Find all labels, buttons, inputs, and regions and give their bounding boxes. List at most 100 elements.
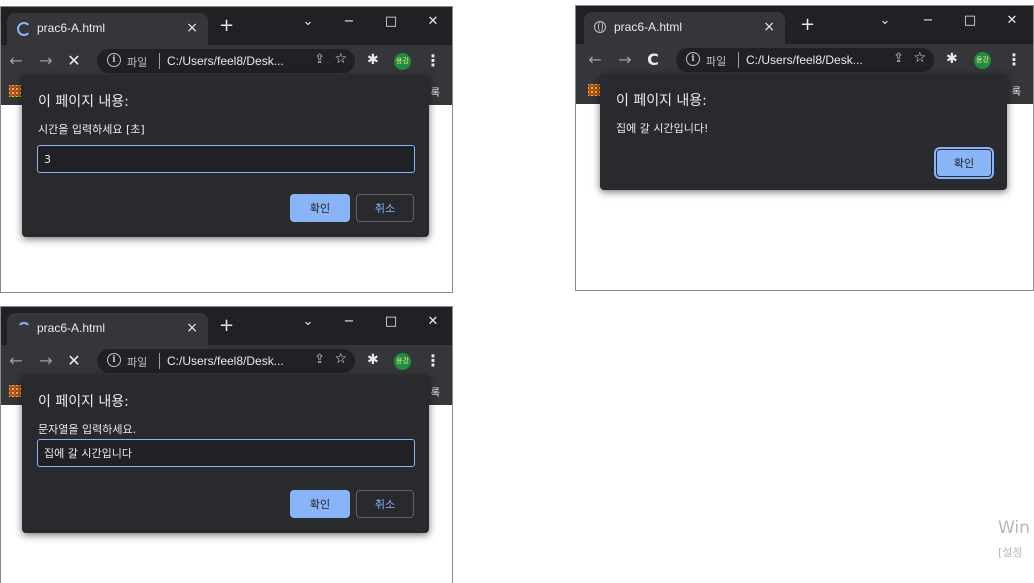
share-icon[interactable]: ⇪ xyxy=(314,52,325,67)
globe-icon xyxy=(594,21,608,35)
ok-button[interactable]: 확인 xyxy=(936,149,992,177)
maximize-icon[interactable]: □ xyxy=(380,311,402,333)
bookmark-folder-label[interactable]: 록 xyxy=(431,84,440,99)
stop-loading-icon[interactable]: ✕ xyxy=(63,350,85,372)
menu-kebab-icon[interactable]: ⋮ xyxy=(1006,49,1022,71)
address-url[interactable]: C:/Users/feel8/Desk... xyxy=(746,53,863,67)
bookmark-star-icon[interactable]: ☆ xyxy=(334,51,347,67)
toolbar: ← → ✕ i 파일 C:/Users/feel8/Desk... ⇪ ☆ ✱ … xyxy=(1,45,452,77)
address-scheme-label: 파일 xyxy=(127,356,148,369)
browser-window-alert: prac6-A.html × + ⌄ − □ ✕ ← → C i 파일 C:/U… xyxy=(575,5,1034,291)
forward-icon[interactable]: → xyxy=(614,49,636,71)
extensions-puzzle-icon[interactable]: ✱ xyxy=(367,52,379,68)
tab-title: prac6-A.html xyxy=(37,321,106,335)
address-bar[interactable]: i 파일 C:/Users/feel8/Desk... ⇪ ☆ xyxy=(676,48,934,72)
minimize-icon[interactable]: − xyxy=(338,311,360,333)
window-close-icon[interactable]: ✕ xyxy=(422,11,444,33)
browser-tab[interactable]: prac6-A.html × xyxy=(7,13,208,45)
prompt-input[interactable] xyxy=(37,439,415,467)
extensions-puzzle-icon[interactable]: ✱ xyxy=(367,352,379,368)
toolbar: ← → ✕ i 파일 C:/Users/feel8/Desk... ⇪ ☆ ✱ … xyxy=(1,345,452,377)
profile-avatar[interactable]: 용강 xyxy=(394,53,411,70)
reload-icon[interactable]: C xyxy=(642,49,664,71)
dialog-message: 문자열을 입력하세요. xyxy=(38,423,137,436)
new-tab-icon[interactable]: + xyxy=(219,17,234,35)
profile-avatar[interactable]: 용강 xyxy=(974,52,991,69)
tab-strip: prac6-A.html × + ⌄ − □ ✕ xyxy=(1,307,452,345)
tab-close-icon[interactable]: × xyxy=(186,19,198,37)
menu-kebab-icon[interactable]: ⋮ xyxy=(425,50,441,72)
toolbar: ← → C i 파일 C:/Users/feel8/Desk... ⇪ ☆ ✱ … xyxy=(576,44,1033,76)
stop-loading-icon[interactable]: ✕ xyxy=(63,50,85,72)
back-icon[interactable]: ← xyxy=(584,49,606,71)
cancel-button[interactable]: 취소 xyxy=(356,490,414,518)
address-bar[interactable]: i 파일 C:/Users/feel8/Desk... ⇪ ☆ xyxy=(97,49,355,73)
back-icon[interactable]: ← xyxy=(5,50,27,72)
browser-window-prompt-string: prac6-A.html × + ⌄ − □ ✕ ← → ✕ i 파일 C:/U… xyxy=(0,306,453,583)
tab-close-icon[interactable]: × xyxy=(763,18,775,36)
screenshot-stage: prac6-A.html × + ⌄ − □ ✕ ← → ✕ i 파일 C:/U… xyxy=(0,0,1034,583)
ok-button[interactable]: 확인 xyxy=(290,490,350,518)
browser-tab[interactable]: prac6-A.html × xyxy=(7,313,208,345)
profile-avatar[interactable]: 용강 xyxy=(394,353,411,370)
loading-spinner-icon xyxy=(17,322,31,336)
tab-title: prac6-A.html xyxy=(614,20,683,34)
tab-strip: prac6-A.html × + ⌄ − □ ✕ xyxy=(1,7,452,45)
maximize-icon[interactable]: □ xyxy=(380,11,402,33)
address-url[interactable]: C:/Users/feel8/Desk... xyxy=(167,354,284,368)
tab-close-icon[interactable]: × xyxy=(186,319,198,337)
address-divider xyxy=(159,353,160,369)
minimize-icon[interactable]: − xyxy=(917,10,939,32)
dialog-title: 이 페이지 내용: xyxy=(38,94,129,110)
cancel-button[interactable]: 취소 xyxy=(356,194,414,222)
prompt-dialog: 이 페이지 내용: 문자열을 입력하세요. 확인 취소 xyxy=(22,375,429,533)
prompt-dialog: 이 페이지 내용: 시간을 입력하세요 [초] 확인 취소 xyxy=(22,75,429,237)
address-scheme-label: 파일 xyxy=(127,56,148,69)
address-divider xyxy=(159,53,160,69)
prompt-input[interactable] xyxy=(37,145,415,173)
tab-search-icon[interactable]: ⌄ xyxy=(297,311,319,333)
address-divider xyxy=(738,52,739,68)
minimize-icon[interactable]: − xyxy=(338,11,360,33)
apps-grid-icon[interactable] xyxy=(588,84,600,96)
tab-strip: prac6-A.html × + ⌄ − □ ✕ xyxy=(576,6,1033,44)
dialog-title: 이 페이지 내용: xyxy=(38,394,129,410)
back-icon[interactable]: ← xyxy=(5,350,27,372)
dialog-message: 시간을 입력하세요 [초] xyxy=(38,123,145,136)
menu-kebab-icon[interactable]: ⋮ xyxy=(425,350,441,372)
bookmark-star-icon[interactable]: ☆ xyxy=(913,50,926,66)
browser-tab[interactable]: prac6-A.html × xyxy=(584,12,785,44)
forward-icon[interactable]: → xyxy=(35,50,57,72)
info-icon[interactable]: i xyxy=(686,52,700,66)
dialog-title: 이 페이지 내용: xyxy=(616,93,707,109)
maximize-icon[interactable]: □ xyxy=(959,10,981,32)
address-bar[interactable]: i 파일 C:/Users/feel8/Desk... ⇪ ☆ xyxy=(97,349,355,373)
tab-search-icon[interactable]: ⌄ xyxy=(874,10,896,32)
info-icon[interactable]: i xyxy=(107,353,121,367)
new-tab-icon[interactable]: + xyxy=(219,317,234,335)
tab-title: prac6-A.html xyxy=(37,21,106,35)
apps-grid-icon[interactable] xyxy=(9,385,21,397)
forward-icon[interactable]: → xyxy=(35,350,57,372)
bookmark-folder-label[interactable]: 록 xyxy=(1012,83,1021,98)
activation-watermark-subtitle: [설정 xyxy=(998,546,1023,559)
loading-spinner-icon xyxy=(17,22,31,36)
address-url[interactable]: C:/Users/feel8/Desk... xyxy=(167,54,284,68)
ok-button[interactable]: 확인 xyxy=(290,194,350,222)
share-icon[interactable]: ⇪ xyxy=(893,51,904,66)
alert-dialog: 이 페이지 내용: 집에 갈 시간입니다! 확인 xyxy=(600,74,1007,190)
extensions-puzzle-icon[interactable]: ✱ xyxy=(946,51,958,67)
info-icon[interactable]: i xyxy=(107,53,121,67)
bookmark-folder-label[interactable]: 록 xyxy=(431,384,440,399)
window-close-icon[interactable]: ✕ xyxy=(1001,10,1023,32)
window-close-icon[interactable]: ✕ xyxy=(422,311,444,333)
dialog-message: 집에 갈 시간입니다! xyxy=(616,122,709,135)
new-tab-icon[interactable]: + xyxy=(800,16,815,34)
apps-grid-icon[interactable] xyxy=(9,85,21,97)
share-icon[interactable]: ⇪ xyxy=(314,352,325,367)
browser-window-prompt-time: prac6-A.html × + ⌄ − □ ✕ ← → ✕ i 파일 C:/U… xyxy=(0,6,453,293)
activation-watermark-title: Win xyxy=(998,518,1030,538)
bookmark-star-icon[interactable]: ☆ xyxy=(334,351,347,367)
tab-search-icon[interactable]: ⌄ xyxy=(297,11,319,33)
address-scheme-label: 파일 xyxy=(706,55,727,68)
